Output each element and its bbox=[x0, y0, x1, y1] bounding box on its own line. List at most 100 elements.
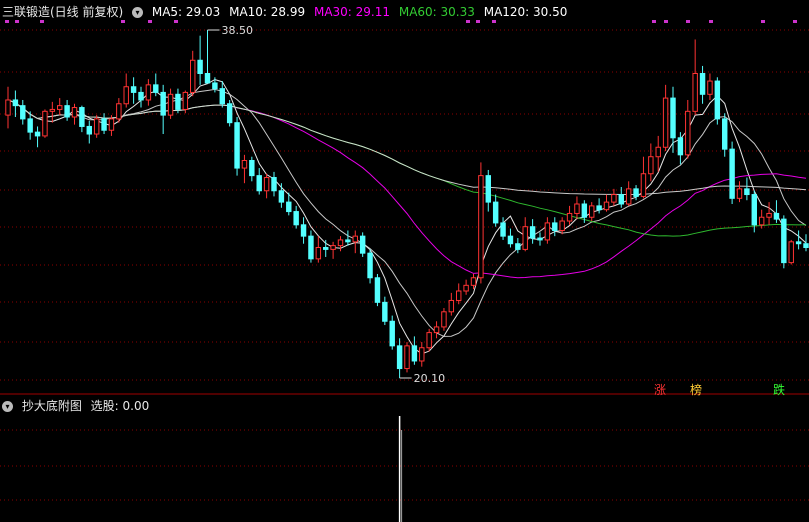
candle-body[interactable] bbox=[5, 99, 11, 116]
candle-body[interactable] bbox=[766, 212, 772, 218]
candle-body[interactable] bbox=[500, 222, 506, 237]
candle-body[interactable] bbox=[522, 226, 528, 250]
candle-body[interactable] bbox=[707, 80, 713, 95]
candle-body[interactable] bbox=[12, 99, 19, 107]
candle-body[interactable] bbox=[27, 118, 33, 133]
candle-body[interactable] bbox=[337, 239, 344, 247]
candle-body[interactable] bbox=[138, 91, 144, 101]
candle-body[interactable] bbox=[655, 146, 661, 158]
candle-body[interactable] bbox=[101, 118, 107, 131]
candle-body[interactable] bbox=[249, 160, 255, 177]
candle-body[interactable] bbox=[175, 93, 181, 110]
candle-body[interactable] bbox=[448, 299, 455, 313]
candle-body[interactable] bbox=[773, 212, 780, 220]
candle-body[interactable] bbox=[492, 201, 499, 224]
candle-body[interactable] bbox=[71, 107, 78, 118]
candle-body[interactable] bbox=[204, 73, 211, 84]
candle-body[interactable] bbox=[79, 107, 85, 127]
candle-body[interactable] bbox=[93, 118, 100, 135]
candle-body[interactable] bbox=[751, 194, 757, 226]
candle-body[interactable] bbox=[803, 243, 809, 249]
candle-body[interactable] bbox=[226, 103, 233, 124]
candle-body[interactable] bbox=[456, 290, 462, 301]
candle-body[interactable] bbox=[470, 277, 477, 286]
candle-body[interactable] bbox=[611, 194, 617, 203]
candle-body[interactable] bbox=[20, 105, 26, 120]
candle-body[interactable] bbox=[625, 188, 632, 205]
candle-body[interactable] bbox=[323, 247, 329, 250]
candle-body[interactable] bbox=[662, 97, 669, 148]
candle-body[interactable] bbox=[648, 156, 654, 175]
candle-body[interactable] bbox=[160, 91, 166, 116]
candle-body[interactable] bbox=[241, 160, 248, 169]
candle-body[interactable] bbox=[463, 284, 469, 292]
candle-body[interactable] bbox=[633, 188, 639, 197]
candle-body[interactable] bbox=[57, 105, 63, 110]
kline-chart[interactable]: 38.50 20.10 涨 榜 跌 bbox=[0, 0, 809, 522]
candle-body[interactable] bbox=[374, 277, 381, 303]
candle-body[interactable] bbox=[714, 80, 721, 120]
chevron-down-icon[interactable]: ▾ bbox=[132, 7, 144, 18]
candle-body[interactable] bbox=[130, 86, 137, 93]
candle-body[interactable] bbox=[640, 173, 647, 197]
candle-body[interactable] bbox=[426, 332, 432, 349]
candle-body[interactable] bbox=[729, 148, 735, 199]
candle-body[interactable] bbox=[581, 203, 588, 218]
candle-body[interactable] bbox=[116, 103, 122, 120]
candle-body[interactable] bbox=[145, 84, 152, 101]
candle-body[interactable] bbox=[352, 235, 358, 243]
candle-body[interactable] bbox=[692, 73, 698, 112]
candle-body[interactable] bbox=[182, 91, 189, 110]
candle-body[interactable] bbox=[49, 108, 56, 112]
candle-body[interactable] bbox=[433, 326, 440, 334]
candle-body[interactable] bbox=[256, 175, 262, 192]
candle-body[interactable] bbox=[419, 347, 425, 362]
candle-body[interactable] bbox=[670, 97, 676, 139]
candle-body[interactable] bbox=[544, 222, 551, 241]
candle-body[interactable] bbox=[618, 194, 624, 205]
candle-body[interactable] bbox=[559, 220, 565, 231]
candle-body[interactable] bbox=[699, 73, 706, 95]
candle-body[interactable] bbox=[167, 93, 174, 116]
candle-body[interactable] bbox=[566, 212, 573, 222]
candle-body[interactable] bbox=[86, 125, 92, 135]
candle-body[interactable] bbox=[219, 88, 225, 105]
candle-body[interactable] bbox=[382, 301, 388, 322]
candle-body[interactable] bbox=[315, 247, 322, 260]
candle-body[interactable] bbox=[34, 131, 41, 137]
candle-body[interactable] bbox=[722, 118, 728, 150]
candle-body[interactable] bbox=[758, 216, 765, 226]
candle-body[interactable] bbox=[263, 177, 270, 192]
candle-body[interactable] bbox=[552, 222, 558, 231]
candle-body[interactable] bbox=[330, 245, 336, 250]
candle-body[interactable] bbox=[596, 205, 602, 211]
candle-body[interactable] bbox=[389, 320, 395, 347]
candle-body[interactable] bbox=[212, 82, 218, 90]
candle-body[interactable] bbox=[286, 201, 292, 213]
candle-body[interactable] bbox=[367, 252, 373, 279]
candle-body[interactable] bbox=[396, 345, 403, 370]
candle-body[interactable] bbox=[411, 345, 418, 362]
candle-body[interactable] bbox=[736, 188, 743, 199]
candle-body[interactable] bbox=[485, 175, 491, 203]
candle-body[interactable] bbox=[153, 84, 159, 93]
candle-body[interactable] bbox=[603, 201, 610, 211]
candle-body[interactable] bbox=[478, 175, 484, 279]
candle-body[interactable] bbox=[788, 241, 794, 264]
candle-body[interactable] bbox=[404, 345, 410, 370]
candle-body[interactable] bbox=[293, 211, 299, 226]
candle-body[interactable] bbox=[795, 241, 802, 245]
candle-body[interactable] bbox=[278, 190, 285, 203]
candle-body[interactable] bbox=[359, 235, 366, 254]
candle-body[interactable] bbox=[42, 110, 48, 137]
candle-body[interactable] bbox=[685, 110, 691, 156]
candle-body[interactable] bbox=[64, 105, 70, 118]
candle-body[interactable] bbox=[308, 235, 314, 260]
candle-body[interactable] bbox=[507, 235, 514, 245]
candle-body[interactable] bbox=[108, 118, 115, 131]
candle-body[interactable] bbox=[677, 137, 684, 156]
candle-body[interactable] bbox=[515, 243, 521, 250]
candle-body[interactable] bbox=[123, 86, 129, 105]
chevron-down-icon[interactable]: ▾ bbox=[2, 401, 13, 412]
candle-body[interactable] bbox=[441, 311, 447, 328]
